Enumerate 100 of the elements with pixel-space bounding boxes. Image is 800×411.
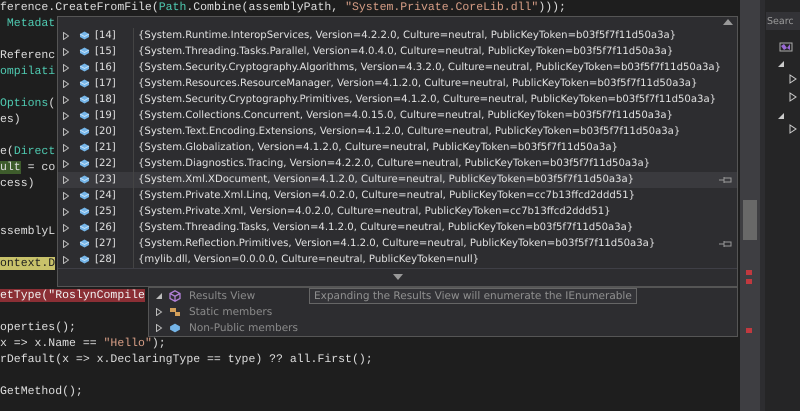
item-index: [17] xyxy=(95,76,134,92)
pin-icon[interactable] xyxy=(719,176,733,184)
item-value: {System.Private.Xml, Version=4.0.2.0, Culture=neutral, PublicKeyToken=cc7b13ffcd2ddd51} xyxy=(138,206,611,218)
datatip-row[interactable]: [16] {System.Security.Cryptography.Algorithms, Version=4.3.2.0, Culture=neutral, PublicKeyToken=b03f5f7f11d50a3a} xyxy=(58,60,737,76)
editor-scrollbar[interactable] xyxy=(740,0,760,411)
item-value: {System.Collections.Concurrent, Version=4.0.15.0, Culture=neutral, PublicKeyToken=b03f5f7f11d50a3a} xyxy=(138,110,673,122)
highlighted-code: ult xyxy=(0,161,21,174)
datatip-row[interactable]: [19] {System.Collections.Concurrent, Version=4.0.15.0, Culture=neutral, PublicKeyToken=b03f5f7f11d50a3a} xyxy=(58,108,737,124)
pin-icon[interactable] xyxy=(719,240,733,248)
string-literal: "System.Private.CoreLib.dll" xyxy=(345,1,538,14)
datatip-row[interactable]: [27] {System.Reflection.Primitives, Version=4.1.2.0, Culture=neutral, PublicKeyToken=b03f5f7f11d50a3a} xyxy=(58,236,737,252)
string-literal: "Hello" xyxy=(104,337,152,350)
item-value: {System.Security.Cryptography.Algorithms, Version=4.3.2.0, Culture=neutral, PublicKeyToken=b03f5f7f11d50a3a} xyxy=(138,62,722,74)
item-index: [15] xyxy=(95,44,134,60)
static-members-icon xyxy=(169,306,181,318)
code-text: ); xyxy=(152,337,166,350)
datatip-row[interactable]: [18] {System.Security.Cryptography.Primitives, Version=4.1.2.0, Culture=neutral, PublicKeyToken=b03f5f7f11d50a3a} xyxy=(58,92,737,108)
error-marker xyxy=(746,279,752,284)
field-icon xyxy=(79,95,90,104)
field-icon xyxy=(79,79,90,88)
solution-icon[interactable] xyxy=(779,40,793,52)
field-icon xyxy=(79,111,90,120)
code-text: GetMethod(); xyxy=(0,385,83,398)
scroll-down-icon[interactable] xyxy=(392,274,402,280)
code-text: ference.CreateFromFile( xyxy=(0,1,159,14)
item-index: [25] xyxy=(95,204,134,220)
field-icon xyxy=(79,239,90,248)
scroll-thumb[interactable] xyxy=(743,200,757,240)
datatip-row[interactable]: [28] {mylib.dll, Version=0.0.0.0, Culture=neutral, PublicKeyToken=null} xyxy=(58,252,737,268)
code-text: ))); xyxy=(538,1,566,14)
code-text: x => x.Name == xyxy=(0,337,98,350)
item-index: [16] xyxy=(95,60,134,76)
collapse-icon[interactable] xyxy=(777,112,785,120)
member-label: Non-Public members xyxy=(189,322,299,334)
code-text: rDefault(x => x.DeclaringType == type) ?? all.First(); xyxy=(0,353,373,366)
code-text: es) xyxy=(0,113,21,126)
item-index: [19] xyxy=(95,108,134,124)
datatip-row[interactable]: [20] {System.Text.Encoding.Extensions, Version=4.1.2.0, Culture=neutral, PublicKeyToken=b03f5f7f11d50a3a} xyxy=(58,124,737,140)
scroll-up-icon[interactable] xyxy=(723,19,733,26)
item-value: {System.Text.Encoding.Extensions, Version=4.1.2.0, Culture=neutral, PublicKeyToken=b03f5f7f11d50a3a} xyxy=(138,126,680,138)
field-icon xyxy=(79,31,90,40)
item-value: {System.Reflection.Primitives, Version=4.1.2.0, Culture=neutral, PublicKeyToken=b03f5f7f11d50a3a} xyxy=(138,238,656,250)
item-index: [27] xyxy=(95,236,134,252)
field-icon xyxy=(79,63,90,72)
collapse-icon[interactable] xyxy=(155,292,163,300)
code-text: .Combine(assemblyPath, xyxy=(186,1,340,14)
collapse-icon[interactable] xyxy=(777,60,785,68)
member-value: Expanding the Results View will enumerate the IEnumerable xyxy=(309,288,637,304)
field-icon xyxy=(169,323,181,333)
item-value: {System.Threading.Tasks, Version=4.1.2.0, Culture=neutral, PublicKeyToken=b03f5f7f11d50a3a} xyxy=(138,222,634,234)
datatip-row[interactable]: [17] {System.Resources.ResourceManager, Version=4.1.2.0, Culture=neutral, PublicKeyToken=b03f5f7f11d50a3a} xyxy=(58,76,737,92)
datatip-row[interactable]: [24] {System.Private.Xml.Linq, Version=4.0.2.0, Culture=neutral, PublicKeyToken=cc7b13ffcd2ddd51} xyxy=(58,188,737,204)
search-field[interactable]: Searc xyxy=(766,12,800,30)
type-name: Path xyxy=(158,1,186,14)
expand-icon[interactable] xyxy=(789,124,797,134)
datatip-row[interactable]: [26] {System.Threading.Tasks, Version=4.1.2.0, Culture=neutral, PublicKeyToken=b03f5f7f11d50a3a} xyxy=(58,220,737,236)
item-value: {System.Xml.XDocument, Version=4.1.2.0, Culture=neutral, PublicKeyToken=b03f5f7f11d50a3a} xyxy=(138,174,634,186)
code-text: = co xyxy=(26,161,56,174)
datatip-row[interactable]: [15] {System.Threading.Tasks.Parallel, Version=4.0.4.0, Culture=neutral, PublicKeyToken=b03f5f7f11d50a3a} xyxy=(58,44,737,60)
item-index: [24] xyxy=(95,188,134,204)
field-icon xyxy=(79,255,90,264)
highlighted-code: ontext.D xyxy=(0,257,56,270)
code-text: cess) xyxy=(0,177,35,190)
expand-icon[interactable] xyxy=(155,324,163,332)
datatip-row[interactable]: [23] {System.Xml.XDocument, Version=4.1.2.0, Culture=neutral, PublicKeyToken=b03f5f7f11d50a3a} xyxy=(58,172,737,188)
member-label: Static members xyxy=(189,306,274,318)
item-value: {System.Security.Cryptography.Primitives, Version=4.1.2.0, Culture=neutral, PublicKeyToken=b03f5f7f11d50a3a} xyxy=(138,94,716,106)
type-name: ompilati xyxy=(0,65,56,78)
field-icon xyxy=(79,127,90,136)
type-name: Metadat xyxy=(6,17,56,30)
cube-icon xyxy=(169,290,181,302)
type-name: Options xyxy=(0,97,48,110)
item-value: {System.Diagnostics.Tracing, Version=4.2.2.0, Culture=neutral, PublicKeyToken=b03f5f7f11d50a3a} xyxy=(138,158,650,170)
type-name: Direct xyxy=(14,145,56,158)
item-index: [14] xyxy=(95,28,134,44)
field-icon xyxy=(79,223,90,232)
item-value: {System.Runtime.InteropServices, Version=4.2.2.0, Culture=neutral, PublicKeyToken=b03f5f7f11d50a3a} xyxy=(138,30,676,42)
item-value: {System.Resources.ResourceManager, Version=4.1.2.0, Culture=neutral, PublicKeyToken=b03f5f7f11d50a3a} xyxy=(138,78,698,90)
item-value: {mylib.dll, Version=0.0.0.0, Culture=neutral, PublicKeyToken=null} xyxy=(138,254,480,266)
code-text: Referenc xyxy=(0,49,56,62)
field-icon xyxy=(79,175,90,184)
item-value: {System.Globalization, Version=4.1.2.0, Culture=neutral, PublicKeyToken=b03f5f7f11d50a3a} xyxy=(138,142,618,154)
code-text: ( xyxy=(48,97,56,110)
item-index: [18] xyxy=(95,92,134,108)
field-icon xyxy=(79,47,90,56)
field-icon xyxy=(79,191,90,200)
datatip-row[interactable]: [25] {System.Private.Xml, Version=4.0.2.0, Culture=neutral, PublicKeyToken=cc7b13ffcd2ddd51} xyxy=(58,204,737,220)
expand-icon[interactable] xyxy=(155,308,163,316)
code-text: e( xyxy=(0,145,14,158)
code-text: operties(); xyxy=(0,321,76,334)
datatip-row[interactable]: [21] {System.Globalization, Version=4.1.2.0, Culture=neutral, PublicKeyToken=b03f5f7f11d50a3a} xyxy=(58,140,737,156)
field-icon xyxy=(79,159,90,168)
item-index: [26] xyxy=(95,220,134,236)
field-icon xyxy=(79,143,90,152)
item-index: [23] xyxy=(95,172,134,188)
code-text: ssemblyL xyxy=(0,225,56,238)
datatip-row[interactable]: [14] {System.Runtime.InteropServices, Version=4.2.2.0, Culture=neutral, PublicKeyToken=b03f5f7f11d50a3a} xyxy=(58,28,737,44)
item-index: [28] xyxy=(95,252,134,268)
item-value: {System.Private.Xml.Linq, Version=4.0.2.0, Culture=neutral, PublicKeyToken=cc7b13ffcd2ddd51} xyxy=(138,190,636,202)
field-icon xyxy=(79,207,90,216)
